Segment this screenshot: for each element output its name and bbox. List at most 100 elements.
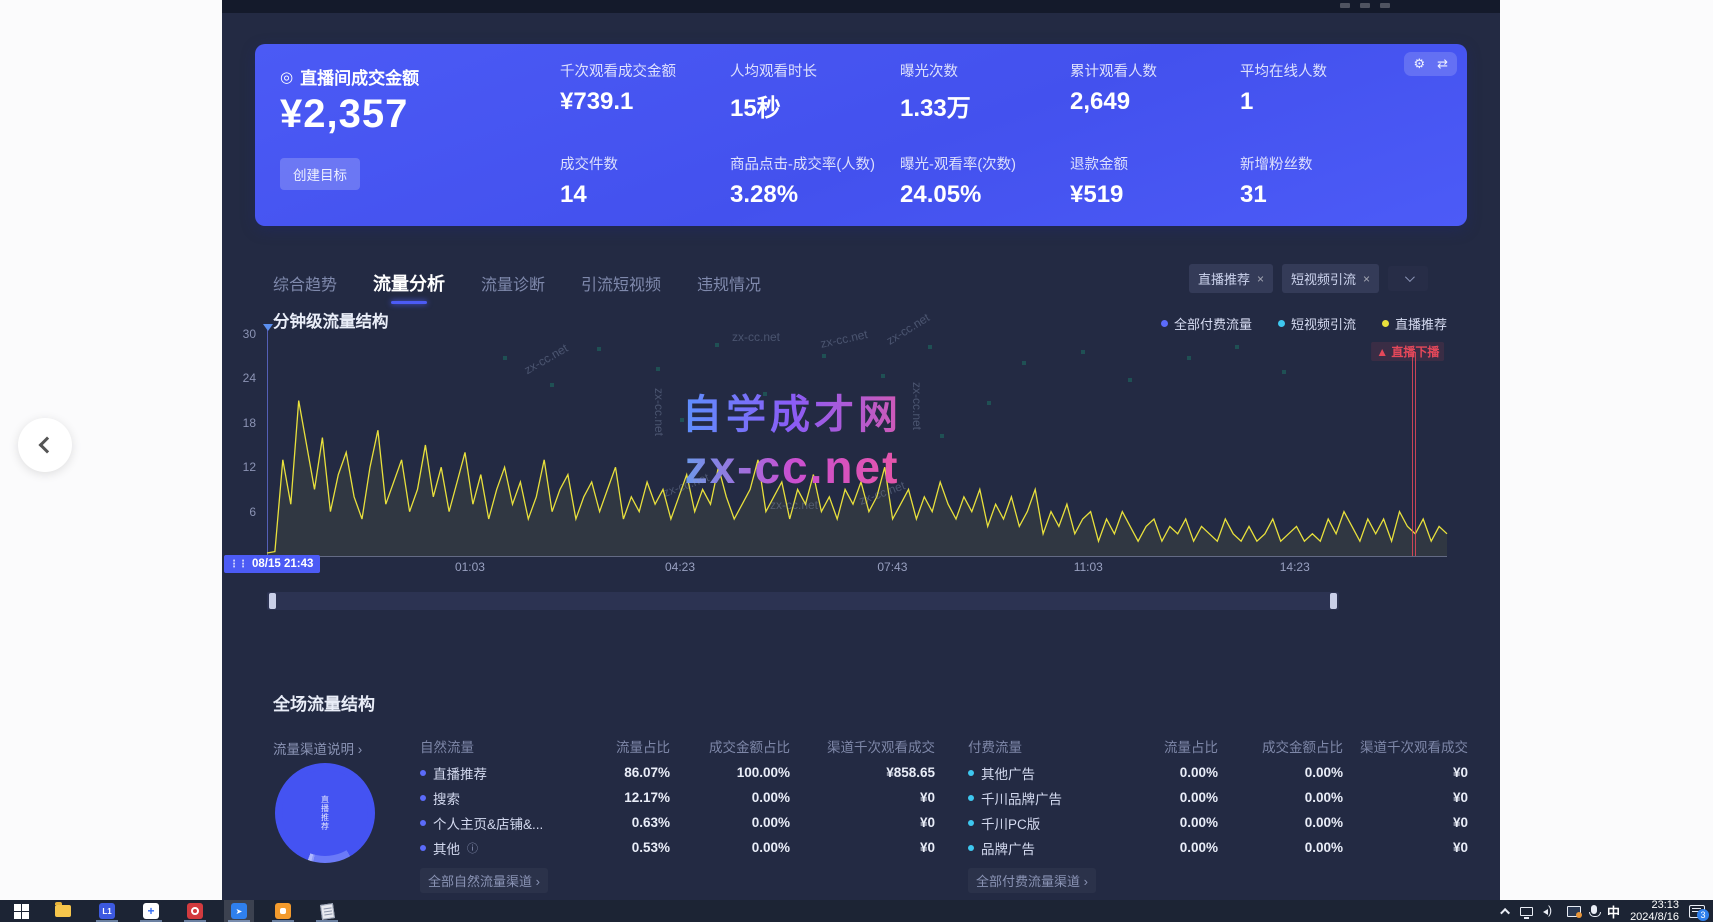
app-docs-icon[interactable]: +	[136, 900, 166, 922]
banner-tools: ⚙ ⇄	[1404, 52, 1457, 76]
gear-icon[interactable]: ⚙	[1413, 56, 1425, 72]
windows-logo-icon	[14, 904, 29, 919]
scatter-dot	[1128, 378, 1132, 382]
swap-icon[interactable]: ⇄	[1437, 56, 1448, 72]
channel-name-label: 直播推荐	[433, 763, 487, 783]
channel-name-label: 千川品牌广告	[981, 788, 1062, 808]
traffic-donut-chart[interactable]: 直播推荐	[275, 763, 375, 863]
taskbar-clock[interactable]: 23:13 2024/8/16	[1630, 899, 1679, 922]
window-control-icon[interactable]	[1340, 3, 1350, 8]
ime-indicator[interactable]: 中	[1607, 902, 1620, 921]
slider-left-handle[interactable]	[269, 593, 276, 609]
row-channel-name: 其他ⓘ	[420, 838, 585, 858]
kpi-metric-label: 退款金额	[1070, 153, 1240, 174]
scatter-dot	[656, 367, 660, 371]
slider-right-handle[interactable]	[1330, 593, 1337, 609]
app-recorder-icon[interactable]	[268, 900, 298, 922]
tab-引流短视频[interactable]: 引流短视频	[581, 271, 661, 303]
channel-dot-icon	[420, 795, 426, 801]
table-row[interactable]: 千川PC版0.00%0.00%¥0	[968, 810, 1468, 835]
app-red-icon[interactable]	[180, 900, 210, 922]
banner-title: ◎ 直播间成交金额	[280, 64, 419, 89]
table-row[interactable]: 搜索12.17%0.00%¥0	[420, 785, 935, 810]
legend-item[interactable]: 全部付费流量	[1161, 314, 1252, 333]
filter-chip[interactable]: 短视频引流 ×	[1282, 264, 1379, 293]
kpi-metric: 曝光次数1.33万	[900, 60, 1070, 123]
tab-流量诊断[interactable]: 流量诊断	[481, 271, 545, 303]
start-button[interactable]	[6, 900, 36, 922]
x-axis-line	[267, 556, 1447, 557]
chevron-right-icon: ›	[358, 742, 363, 757]
kpi-metric-value: 15秒	[730, 88, 900, 123]
app-pointer-icon[interactable]: ➤	[224, 900, 254, 922]
legend-item[interactable]: 直播推荐	[1382, 314, 1447, 333]
notification-icon[interactable]: 3	[1689, 905, 1705, 918]
table-row[interactable]: 个人主页&店铺&...0.63%0.00%¥0	[420, 810, 935, 835]
filter-chip-label: 直播推荐	[1198, 269, 1250, 288]
tray-expand-icon[interactable]	[1503, 908, 1510, 915]
table-row[interactable]: 直播推荐86.07%100.00%¥858.65	[420, 760, 935, 785]
window-control-icon[interactable]	[1360, 3, 1370, 8]
traffic-line-chart[interactable]: ▲ 直播下播	[267, 334, 1447, 556]
chevron-right-icon: ›	[1084, 874, 1088, 889]
close-icon[interactable]: ×	[1257, 272, 1264, 286]
table-row[interactable]: 千川品牌广告0.00%0.00%¥0	[968, 785, 1468, 810]
traffic-share-value: 12.17%	[585, 790, 670, 805]
notepad-icon[interactable]	[312, 900, 342, 922]
filter-chip-label: 短视频引流	[1291, 269, 1356, 288]
kpi-metric-value: 2,649	[1070, 88, 1240, 116]
channel-explain-link[interactable]: 流量渠道说明 ›	[273, 738, 362, 758]
table-row[interactable]: 其他ⓘ0.53%0.00%¥0	[420, 835, 935, 860]
scatter-dot	[822, 354, 826, 358]
kpi-metrics-grid: 千次观看成交金额¥739.1人均观看时长15秒曝光次数1.33万累计观看人数2,…	[560, 60, 1410, 209]
microphone-icon[interactable]	[1591, 908, 1597, 914]
gmv-share-value: 0.00%	[1218, 815, 1343, 830]
tab-违规情况[interactable]: 违规情况	[697, 271, 761, 303]
info-icon[interactable]: ⓘ	[467, 840, 478, 856]
analysis-tabs: 综合趋势 流量分析 流量诊断 引流短视频 违规情况	[273, 270, 761, 304]
create-goal-button[interactable]: 创建目标	[280, 158, 360, 190]
chart-zoom-slider[interactable]	[267, 592, 1339, 610]
all-natural-channels-link[interactable]: 全部自然流量渠道 ›	[420, 868, 548, 893]
screenshot-icon[interactable]	[1567, 906, 1581, 917]
row-channel-name: 品牌广告	[968, 838, 1128, 858]
gpm-value: ¥0	[1343, 815, 1468, 830]
y-tick-label: 30	[224, 327, 256, 341]
y-tick-label: 24	[224, 371, 256, 385]
tab-综合趋势[interactable]: 综合趋势	[273, 271, 337, 303]
filter-dropdown[interactable]	[1388, 266, 1428, 291]
donut-inner: 直播推荐	[282, 770, 368, 856]
kpi-metric: 成交件数14	[560, 153, 730, 209]
legend-item[interactable]: 短视频引流	[1278, 314, 1356, 333]
scatter-dot	[597, 347, 601, 351]
tab-流量分析[interactable]: 流量分析	[373, 270, 445, 304]
volume-icon[interactable]	[1543, 906, 1557, 917]
file-explorer-icon[interactable]	[48, 900, 78, 922]
table-row[interactable]: 品牌广告0.00%0.00%¥0	[968, 835, 1468, 860]
network-icon[interactable]	[1520, 907, 1533, 916]
close-icon[interactable]: ×	[1363, 272, 1370, 286]
y-tick-label: 12	[224, 460, 256, 474]
x-axis-start-label: 08/15 21:43	[252, 558, 313, 570]
previous-button[interactable]	[18, 418, 72, 472]
window-control-icon[interactable]	[1380, 3, 1390, 8]
kpi-metric: 曝光-观看率(次数)24.05%	[900, 153, 1070, 209]
app-l1-icon[interactable]: L1	[92, 900, 122, 922]
kpi-metric-label: 平均在线人数	[1240, 60, 1410, 81]
traffic-share-value: 0.00%	[1128, 790, 1218, 805]
x-tick-label: 04:23	[665, 560, 695, 574]
channel-dot-icon	[420, 845, 426, 851]
kpi-metric-value: 1	[1240, 88, 1410, 116]
chart-legend: 全部付费流量 短视频引流 直播推荐	[1161, 314, 1447, 333]
channel-dot-icon	[968, 770, 974, 776]
channel-name-label: 品牌广告	[981, 838, 1035, 858]
table-row[interactable]: 其他广告0.00%0.00%¥0	[968, 760, 1468, 785]
scatter-dot	[987, 401, 991, 405]
live-dashboard-window: ◎ 直播间成交金额 ¥2,357 创建目标 千次观看成交金额¥739.1人均观看…	[222, 0, 1500, 900]
gmv-share-value: 0.00%	[670, 840, 790, 855]
kpi-metric-value: 3.28%	[730, 181, 900, 209]
filter-chip[interactable]: 直播推荐 ×	[1189, 264, 1273, 293]
x-axis-start-badge[interactable]: ⋮⋮ 08/15 21:43	[224, 555, 320, 573]
all-paid-channels-link[interactable]: 全部付费流量渠道 ›	[968, 868, 1096, 893]
kpi-metric-value: 1.33万	[900, 88, 1070, 123]
